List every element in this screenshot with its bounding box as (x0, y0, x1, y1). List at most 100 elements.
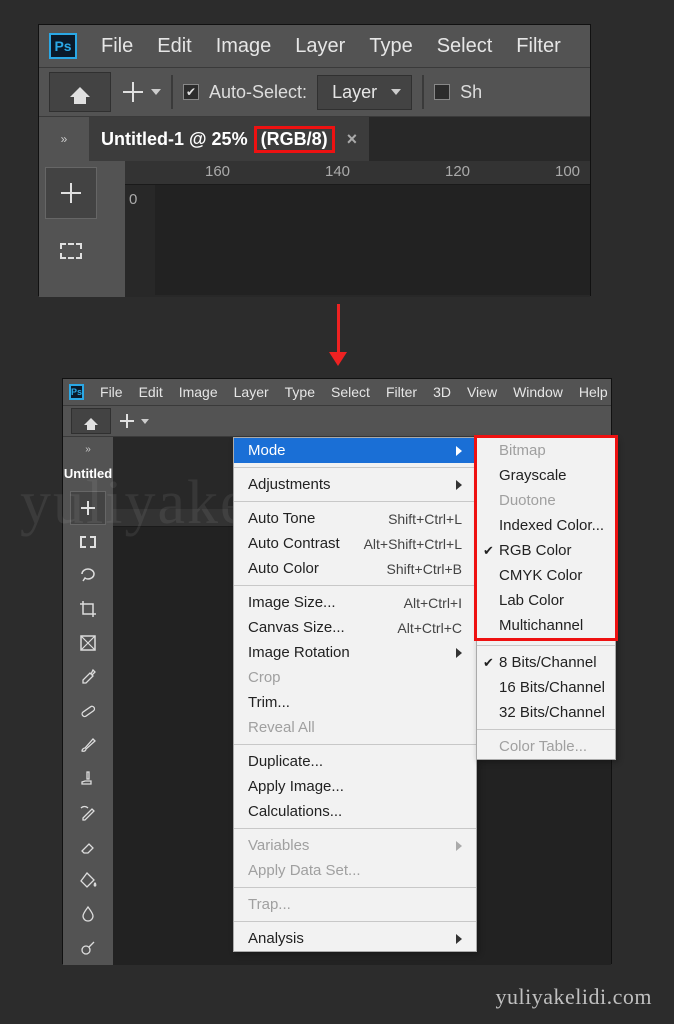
mode-lab[interactable]: Lab Color (477, 588, 615, 613)
eyedropper-tool-button[interactable] (70, 660, 106, 694)
arrow-line (337, 304, 340, 352)
menu-window[interactable]: Window (505, 380, 571, 404)
eraser-tool-button[interactable] (70, 830, 106, 864)
move-tool-icon (59, 181, 83, 205)
menu-item-analysis[interactable]: Analysis (234, 926, 476, 951)
menu-layer[interactable]: Layer (283, 27, 357, 66)
marquee-tool-button[interactable] (45, 225, 97, 277)
menu-item-crop[interactable]: Crop (234, 665, 476, 690)
home-icon (70, 87, 90, 97)
bits-16[interactable]: 16 Bits/Channel (477, 675, 615, 700)
menu-item-image-rotation[interactable]: Image Rotation (234, 640, 476, 665)
mode-submenu: Bitmap Grayscale Duotone Indexed Color..… (476, 437, 616, 760)
menu-filter[interactable]: Filter (504, 27, 572, 66)
tools-column (39, 161, 125, 297)
frame-tool-button[interactable] (70, 626, 106, 660)
check-icon: ✔ (483, 543, 494, 559)
image-menu-dropdown: Mode Adjustments Auto Tone Shift+Ctrl+L … (233, 437, 477, 952)
menu-item-reveal-all[interactable]: Reveal All (234, 715, 476, 740)
expand-handle-icon[interactable]: » (61, 132, 68, 146)
menu-item-adjustments[interactable]: Adjustments (234, 472, 476, 497)
menu-item-canvas-size[interactable]: Canvas Size... Alt+Ctrl+C (234, 615, 476, 640)
ruler-tick-label: 100 (555, 163, 580, 180)
shortcut: Alt+Shift+Ctrl+L (364, 536, 462, 552)
label: Multichannel (499, 617, 583, 634)
menu-type[interactable]: Type (277, 380, 323, 404)
menu-item-auto-color[interactable]: Auto Color Shift+Ctrl+B (234, 556, 476, 581)
menu-item-trim[interactable]: Trim... (234, 690, 476, 715)
mode-duotone[interactable]: Duotone (477, 488, 615, 513)
document-tab[interactable]: Untitled-1 @ 25% (RGB/8) × (89, 117, 369, 161)
separator (422, 75, 424, 109)
menu-edit[interactable]: Edit (145, 27, 203, 66)
bits-8[interactable]: ✔ 8 Bits/Channel (477, 650, 615, 675)
expand-handle-icon[interactable]: » (85, 439, 91, 460)
home-button[interactable] (49, 72, 111, 112)
marquee-icon (80, 536, 96, 548)
move-tool-button[interactable] (70, 491, 106, 525)
healing-brush-tool-button[interactable] (70, 694, 106, 728)
document-tab[interactable]: Untitled (62, 460, 114, 491)
label: Duplicate... (248, 753, 323, 770)
menu-item-auto-tone[interactable]: Auto Tone Shift+Ctrl+L (234, 506, 476, 531)
move-tool-button[interactable] (45, 167, 97, 219)
menu-item-calculations[interactable]: Calculations... (234, 799, 476, 824)
menu-item-variables[interactable]: Variables (234, 833, 476, 858)
menu-image[interactable]: Image (171, 380, 226, 404)
label: Variables (248, 837, 309, 854)
ruler-horizontal: 160 140 120 100 (125, 161, 590, 185)
show-transform-label: Sh (460, 82, 482, 103)
tool-preset-caret-icon[interactable] (151, 89, 161, 95)
menu-3d[interactable]: 3D (425, 380, 459, 404)
menu-edit[interactable]: Edit (131, 380, 171, 404)
mode-rgb[interactable]: ✔ RGB Color (477, 538, 615, 563)
auto-select-target-dropdown[interactable]: Layer (317, 75, 412, 110)
menu-filter[interactable]: Filter (378, 380, 425, 404)
menu-view[interactable]: View (459, 380, 505, 404)
separator (477, 729, 615, 730)
menu-layer[interactable]: Layer (226, 380, 277, 404)
workspace-body: » Untitled (63, 437, 611, 965)
canvas[interactable] (155, 185, 590, 295)
menu-item-auto-contrast[interactable]: Auto Contrast Alt+Shift+Ctrl+L (234, 531, 476, 556)
menu-image[interactable]: Image (204, 27, 284, 66)
crop-tool-button[interactable] (70, 592, 106, 626)
bits-32[interactable]: 32 Bits/Channel (477, 700, 615, 725)
mode-multichannel[interactable]: Multichannel (477, 613, 615, 638)
dodge-tool-button[interactable] (70, 931, 106, 965)
separator (234, 585, 476, 586)
show-transform-checkbox[interactable] (434, 84, 450, 100)
dropdown-label: Layer (332, 82, 377, 103)
menu-file[interactable]: File (92, 380, 131, 404)
color-table[interactable]: Color Table... (477, 734, 615, 759)
lasso-tool-button[interactable] (70, 559, 106, 593)
menu-help[interactable]: Help (571, 380, 616, 404)
brush-tool-button[interactable] (70, 728, 106, 762)
menu-select[interactable]: Select (323, 380, 378, 404)
home-button[interactable] (71, 408, 111, 434)
history-brush-icon (78, 803, 98, 823)
auto-select-checkbox[interactable]: ✔ (183, 84, 199, 100)
menu-item-apply-image[interactable]: Apply Image... (234, 774, 476, 799)
mode-bitmap[interactable]: Bitmap (477, 438, 615, 463)
menu-item-apply-data-set[interactable]: Apply Data Set... (234, 858, 476, 883)
gradient-tool-button[interactable] (70, 863, 106, 897)
menu-item-trap[interactable]: Trap... (234, 892, 476, 917)
mode-cmyk[interactable]: CMYK Color (477, 563, 615, 588)
tool-preset-caret-icon[interactable] (141, 419, 149, 424)
menu-item-duplicate[interactable]: Duplicate... (234, 749, 476, 774)
blur-tool-button[interactable] (70, 897, 106, 931)
history-brush-tool-button[interactable] (70, 796, 106, 830)
label: Analysis (248, 930, 304, 947)
tab-close-button[interactable]: × (347, 129, 358, 150)
mode-grayscale[interactable]: Grayscale (477, 463, 615, 488)
photoshop-window-top: Ps File Edit Image Layer Type Select Fil… (38, 24, 591, 296)
menu-select[interactable]: Select (425, 27, 505, 66)
clone-stamp-tool-button[interactable] (70, 762, 106, 796)
menu-item-mode[interactable]: Mode (234, 438, 476, 463)
mode-indexed[interactable]: Indexed Color... (477, 513, 615, 538)
menu-type[interactable]: Type (357, 27, 424, 66)
menu-file[interactable]: File (89, 27, 145, 66)
marquee-tool-button[interactable] (70, 525, 106, 559)
menu-item-image-size[interactable]: Image Size... Alt+Ctrl+I (234, 590, 476, 615)
